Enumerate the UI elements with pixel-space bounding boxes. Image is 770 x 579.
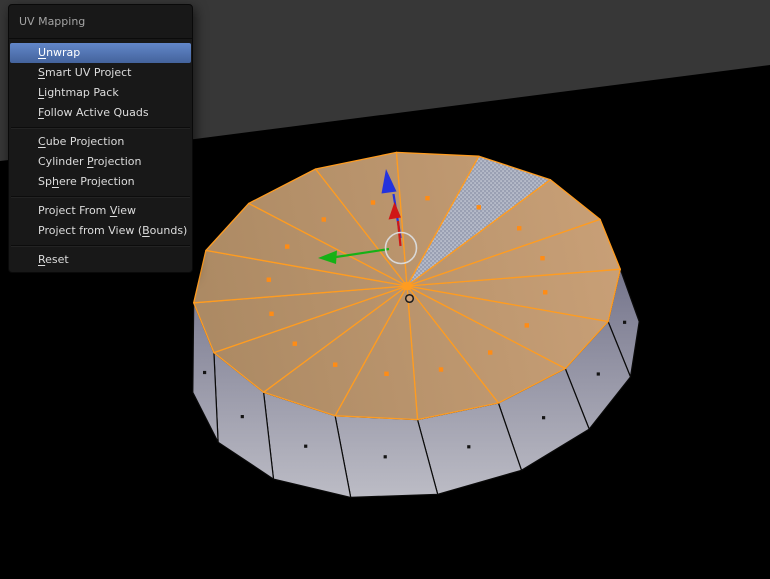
face-dot-selected [543,290,547,294]
object-origin [406,295,414,303]
accelerator-key: P [87,155,93,168]
menu-item-label: Project from View (Bounds) [38,224,187,237]
menu-item-cube-projection[interactable]: Cube Projection [9,132,192,152]
face-dot-selected [425,196,429,200]
accelerator-key: C [38,135,46,148]
menu-separator [9,123,192,132]
face-dot-selected [525,323,529,327]
face-dot-selected [285,244,289,248]
face-dot-unselected [384,455,387,458]
face-dot-selected [488,350,492,354]
accelerator-key: L [38,86,44,99]
menu-item-smart-uv-project[interactable]: Smart UV Project [9,63,192,83]
face-dot-selected [477,205,481,209]
menu-item-label: Sphere Projection [38,175,135,188]
menu-item-label: Cylinder Projection [38,155,141,168]
uv-mapping-menu: UV Mapping Unwrap Smart UV Project Lightma… [8,4,193,273]
menu-item-label: Follow Active Quads [38,106,149,119]
face-dot-selected [540,256,544,260]
menu-separator [9,192,192,201]
menu-item-follow-active-quads[interactable]: Follow Active Quads [9,103,192,123]
accelerator-key: U [38,46,46,59]
menu-item-unwrap[interactable]: Unwrap [10,43,191,63]
face-dot-selected [517,226,521,230]
menu-item-label: Unwrap [38,46,80,59]
face-dot-unselected [623,321,626,324]
menu-item-cylinder-projection[interactable]: Cylinder Projection [9,152,192,172]
accelerator-key: h [52,175,59,188]
menu-separator [9,241,192,250]
menu-item-label: Lightmap Pack [38,86,119,99]
accelerator-key: S [38,66,45,79]
face-dot-selected [269,312,273,316]
menu-item-label: Project From View [38,204,136,217]
face-dot-selected [371,200,375,204]
menu-item-project-from-view-bounds[interactable]: Project from View (Bounds) [9,221,192,241]
menu-item-label: Cube Projection [38,135,124,148]
face-dot-unselected [203,371,206,374]
face-dot-selected [267,278,271,282]
face-dot-selected [322,217,326,221]
face-dot-unselected [304,445,307,448]
face-dot-unselected [467,445,470,448]
blender-3d-viewport: UV Mapping Unwrap Smart UV Project Lightma… [0,0,770,579]
center-vertex[interactable] [403,282,411,290]
face-dot-unselected [241,415,244,418]
menu-title: UV Mapping [9,5,192,39]
menu-item-reset[interactable]: Reset [9,250,192,270]
face-dot-selected [384,372,388,376]
menu-item-sphere-projection[interactable]: Sphere Projection [9,172,192,192]
accelerator-key: R [38,253,45,266]
menu-item-list: Unwrap Smart UV Project Lightmap Pack Follo… [9,39,192,270]
accelerator-key: F [38,106,44,119]
menu-item-label: Smart UV Project [38,66,131,79]
face-dot-unselected [542,416,545,419]
face-dot-selected [439,367,443,371]
accelerator-key: B [142,224,150,237]
face-dot-selected [293,342,297,346]
face-dot-unselected [597,372,600,375]
menu-item-label: Reset [38,253,69,266]
accelerator-key: V [110,204,117,217]
menu-item-project-from-view[interactable]: Project From View [9,201,192,221]
face-dot-selected [333,363,337,367]
menu-item-lightmap-pack[interactable]: Lightmap Pack [9,83,192,103]
